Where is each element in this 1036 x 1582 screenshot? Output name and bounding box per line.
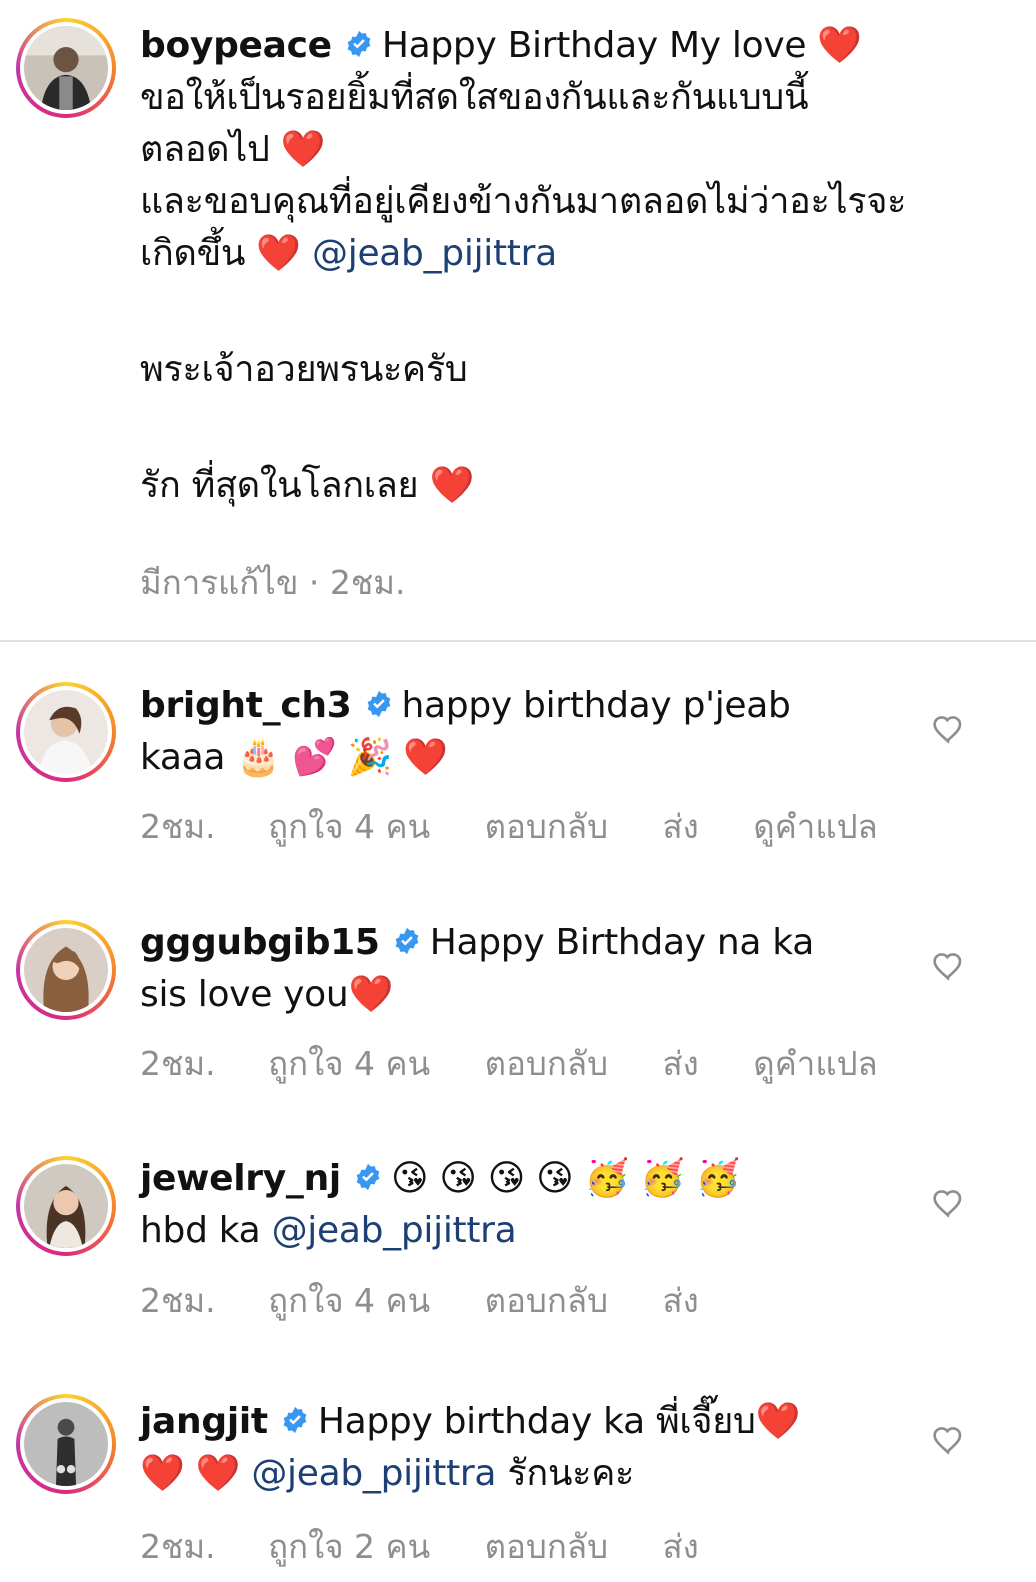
username-link[interactable]: gggubgib15 [140,922,380,963]
comment-line-2: kaaa [140,737,226,778]
comment-time: 2ชม. [140,1527,216,1566]
username-link[interactable]: jewelry_nj [140,1158,341,1199]
reply-button[interactable]: ตอบกลับ [485,800,608,853]
comment-text: jewelry_nj 😘 😘 😘 😘 🥳 🥳 🥳 hbd ka @jeab_pij… [140,1153,741,1257]
username-link[interactable]: boypeace [140,25,332,66]
comment-text: bright_ch3 happy birthday p'jeab kaaa 🎂 💕… [140,680,791,784]
likes-count[interactable]: ถูกใจ 4 คน [268,800,430,853]
send-button[interactable]: ส่ง [663,800,699,853]
mention-link[interactable]: @jeab_pijittra [312,233,557,274]
heart-outline-icon[interactable] [932,1425,964,1457]
emoji-group: 😘 😘 😘 😘 🥳 🥳 🥳 [390,1158,741,1199]
avatar-photo [24,690,108,774]
avatar-boypeace[interactable] [16,18,116,118]
heart-emoji: ❤️ [348,974,393,1015]
avatar-photo [24,1164,108,1248]
comment-time: 2ชม. [140,1044,216,1083]
post-meta: มีการแก้ไข · 2ชม. [140,556,406,609]
translate-button[interactable]: ดูคำแปล [753,1037,877,1090]
caption-line-6: พระเจ้าอวยพรนะครับ [140,349,468,390]
comment-line-2: sis love you [140,974,349,1015]
comment-line-1: happy birthday p'jeab [401,685,791,726]
hearts-emoji: ❤️ ❤️ [140,1453,241,1494]
caption-line-4: และขอบคุณที่อยู่เคียงข้างกันมาตลอดไม่ว่า… [140,181,907,222]
likes-count[interactable]: ถูกใจ 4 คน [268,1037,430,1090]
avatar-bright-ch3[interactable] [16,682,116,782]
reply-button[interactable]: ตอบกลับ [485,1037,608,1090]
comment-line-2: รักนะคะ [507,1453,635,1494]
reply-button[interactable]: ตอบกลับ [485,1274,608,1327]
comment-meta: 2ชม. ถูกใจ 4 คน ตอบกลับ ส่ง ดูคำแปล [140,1037,878,1090]
comment-line-1: Happy birthday ka พี่เจี๊ยบ [317,1401,756,1442]
likes-count[interactable]: ถูกใจ 2 คน [268,1520,430,1573]
heart-emoji: ❤️ [280,129,326,170]
post-caption: boypeace Happy Birthday My love ❤️ ขอให้เ… [140,20,906,512]
comment-text: gggubgib15 Happy Birthday na ka sis love … [140,917,814,1021]
avatar-photo [24,928,108,1012]
heart-outline-icon[interactable] [932,714,964,746]
comment-meta: 2ชม. ถูกใจ 4 คน ตอบกลับ ส่ง [140,1274,699,1327]
mention-link[interactable]: @jeab_pijittra [251,1453,496,1494]
verified-badge-icon [395,927,419,955]
caption-line-5: เกิดขึ้น [140,233,246,274]
caption-line-1: Happy Birthday My love [381,25,807,66]
username-link[interactable]: jangjit [140,1401,268,1442]
verified-badge-icon [367,690,390,718]
avatar-photo [24,26,108,110]
comment-line-2: hbd ka [140,1210,261,1251]
heart-outline-icon[interactable] [932,951,964,983]
heart-emoji: ❤️ [817,25,862,66]
verified-badge-icon [347,30,371,58]
heart-emoji: ❤️ [755,1401,801,1442]
heart-outline-icon[interactable] [932,1188,964,1220]
reply-button[interactable]: ตอบกลับ [485,1520,608,1573]
heart-emoji: ❤️ [256,233,301,274]
emoji-group: 🎂 💕 🎉 ❤️ [236,737,448,778]
comment-time: 2ชม. [140,807,216,846]
caption-line-7: รัก ที่สุดในโลกเลย [140,465,419,506]
avatar-gggubgib15[interactable] [16,920,116,1020]
comment-text: jangjit Happy birthday ka พี่เจี๊ยบ❤️ ❤️ … [140,1396,800,1500]
comment-line-1: Happy Birthday na ka [429,922,815,963]
post-time: 2ชม. [329,563,406,602]
meta-separator: · [308,563,320,602]
verified-badge-icon [356,1163,380,1191]
mention-link[interactable]: @jeab_pijittra [272,1210,517,1251]
likes-count[interactable]: ถูกใจ 4 คน [268,1274,430,1327]
send-button[interactable]: ส่ง [663,1037,699,1090]
comment-time: 2ชม. [140,1281,216,1320]
avatar-jewelry-nj[interactable] [16,1156,116,1256]
avatar-photo [24,1402,108,1486]
caption-line-3: ตลอดไป [140,129,270,170]
comment-meta: 2ชม. ถูกใจ 2 คน ตอบกลับ ส่ง [140,1520,699,1573]
send-button[interactable]: ส่ง [663,1520,699,1573]
translate-button[interactable]: ดูคำแปล [753,800,877,853]
edited-label: มีการแก้ไข [140,563,299,602]
heart-emoji: ❤️ [429,465,474,506]
comment-meta: 2ชม. ถูกใจ 4 คน ตอบกลับ ส่ง ดูคำแปล [140,800,878,853]
verified-badge-icon [283,1406,307,1434]
caption-line-2: ขอให้เป็นรอยยิ้มที่สดใสของกันและกันแบบนี… [140,77,809,118]
divider [0,640,1036,642]
username-link[interactable]: bright_ch3 [140,685,352,726]
send-button[interactable]: ส่ง [663,1274,699,1327]
avatar-jangjit[interactable] [16,1394,116,1494]
